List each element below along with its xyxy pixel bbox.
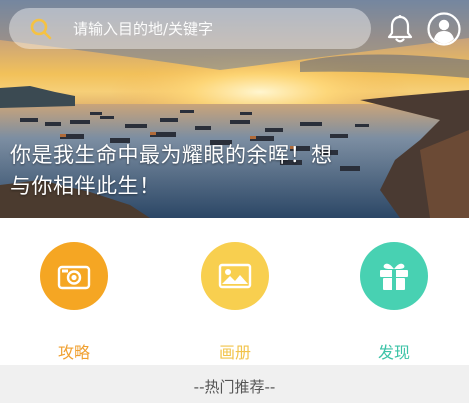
user-profile-icon[interactable] (427, 12, 461, 46)
picture-icon (218, 263, 252, 289)
menu-item-album[interactable]: 画册 (185, 242, 285, 362)
hero-banner[interactable]: 你是我生命中最为耀眼的余晖！想与你相伴此生！ (0, 0, 469, 218)
search-bar[interactable] (9, 8, 371, 49)
gift-icon (380, 263, 408, 290)
bell-icon[interactable] (386, 14, 414, 44)
menu-item-guide[interactable]: 攻略 (24, 242, 124, 362)
search-icon[interactable] (29, 17, 53, 41)
search-input[interactable] (71, 14, 365, 44)
menu-label-guide: 攻略 (57, 343, 90, 362)
menu-item-discover[interactable]: 发现 (344, 242, 444, 362)
camera-icon (57, 265, 91, 290)
feature-menu: 攻略 画册 发现 (0, 218, 469, 365)
menu-label-discover: 发现 (377, 343, 410, 362)
hero-caption: 你是我生命中最为耀眼的余晖！想与你相伴此生！ (10, 143, 333, 198)
menu-label-album: 画册 (218, 343, 251, 362)
album-circle (201, 242, 269, 310)
discover-circle (360, 242, 428, 310)
hot-recommendations-header: --热门推荐-- (0, 365, 469, 403)
guide-circle (40, 242, 108, 310)
section-title: --热门推荐-- (193, 378, 276, 396)
